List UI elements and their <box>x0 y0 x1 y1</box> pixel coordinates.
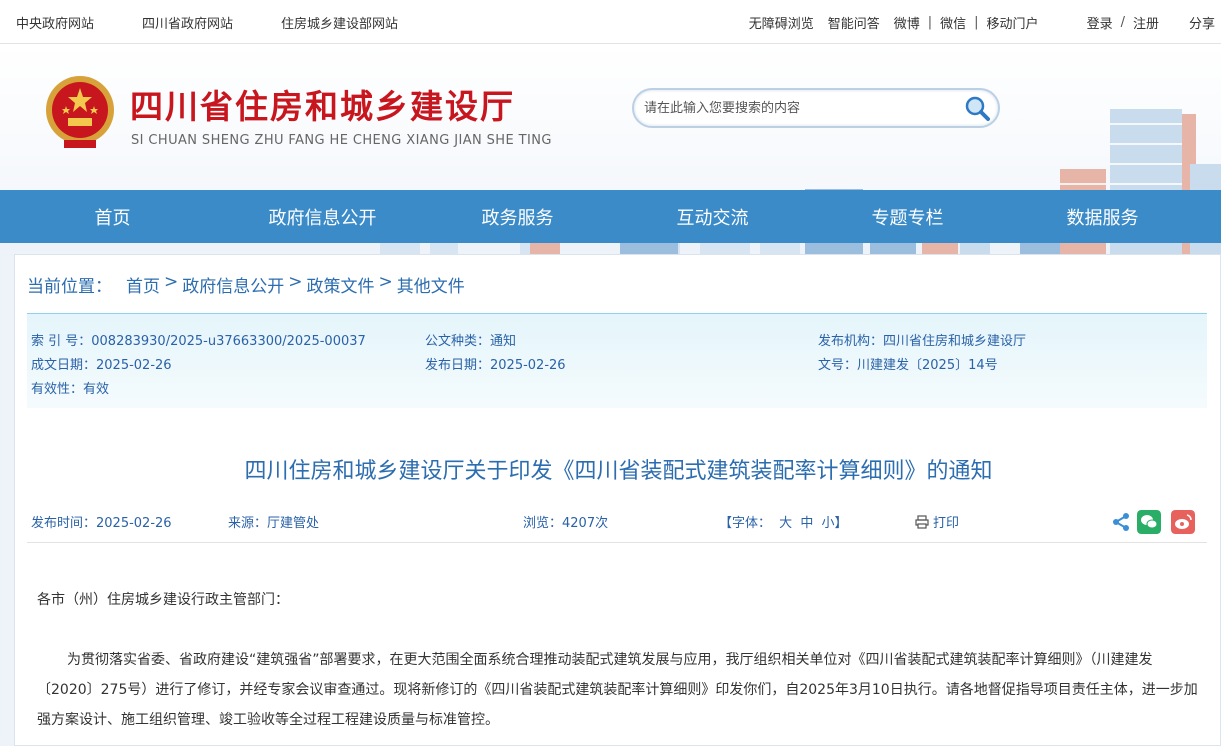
breadcrumb-separator: > <box>288 272 303 292</box>
nav-item-interaction[interactable]: 互动交流 <box>615 190 810 243</box>
meta-publisher: 发布机构：四川省住房和城乡建设厅 <box>818 334 1027 349</box>
nav-item-gov-info[interactable]: 政府信息公开 <box>225 190 420 243</box>
print-button[interactable]: 打印 <box>915 512 959 531</box>
info-divider <box>27 542 1207 543</box>
print-icon <box>915 514 929 529</box>
main-nav: 首页 政府信息公开 政务服务 互动交流 专题专栏 数据服务 <box>0 190 1221 243</box>
link-sichuan-gov[interactable]: 四川省政府网站 <box>142 13 233 32</box>
search-input[interactable] <box>644 96 954 120</box>
article-info-bar: 发布时间：2025-02-26 来源：厅建管处 浏览：4207次 【字体： 大 … <box>31 510 1211 534</box>
login-slash: / <box>1120 14 1125 30</box>
login-link[interactable]: 登录 <box>1087 13 1113 32</box>
site-subtitle: SI CHUAN SHENG ZHU FANG HE CHENG XIANG J… <box>131 133 552 148</box>
breadcrumb: 当前位置： 首页 > 政府信息公开 > 政策文件 > 其他文件 <box>27 272 465 297</box>
weibo-link[interactable]: 微博 <box>894 13 920 32</box>
article-paragraph: 为贯彻落实省委、省政府建设“建筑强省”部署要求，在更大范围全面系统合理推动装配式… <box>37 652 1198 728</box>
nav-item-home[interactable]: 首页 <box>0 190 225 243</box>
search-box <box>632 88 1000 128</box>
share-icon[interactable] <box>1109 510 1133 534</box>
font-small-button[interactable]: 小】 <box>821 516 847 531</box>
nav-item-services[interactable]: 政务服务 <box>420 190 615 243</box>
breadcrumb-separator: > <box>378 272 393 292</box>
meta-doc-no: 文号：川建建发〔2025〕14号 <box>818 358 998 373</box>
qa-link[interactable]: 智能问答 <box>828 13 880 32</box>
article-salutation: 各市（州）住房城乡建设行政主管部门： <box>37 592 289 608</box>
font-large-button[interactable]: 大 <box>779 516 792 531</box>
weibo-icon[interactable] <box>1171 510 1195 534</box>
mobile-link[interactable]: 移动门户 <box>987 13 1039 32</box>
breadcrumb-home[interactable]: 首页 <box>126 272 160 297</box>
wechat-icon[interactable] <box>1137 510 1161 534</box>
link-mohurd[interactable]: 住房城乡建设部网站 <box>281 13 398 32</box>
nav-item-data[interactable]: 数据服务 <box>1005 190 1200 243</box>
print-label: 打印 <box>933 516 960 531</box>
top-tools: 无障碍浏览 智能问答 微博 | 微信 | 移动门户 登录 / 注册 分享 <box>749 0 1221 44</box>
meta-index-no: 索 引 号：008283930/2025-u37663300/2025-0003… <box>31 334 366 349</box>
nav-item-topics[interactable]: 专题专栏 <box>810 190 1005 243</box>
font-size-label: 【字体： <box>719 516 772 531</box>
meta-publish-date: 发布日期：2025-02-26 <box>425 358 566 373</box>
top-links: 中央政府网站 四川省政府网站 住房城乡建设部网站 <box>16 0 398 44</box>
doc-meta-panel: 索 引 号：008283930/2025-u37663300/2025-0003… <box>27 313 1207 408</box>
link-central-gov[interactable]: 中央政府网站 <box>16 13 94 32</box>
site-header: 四川省住房和城乡建设厅 SI CHUAN SHENG ZHU FANG HE C… <box>0 44 1221 286</box>
article-body: 各市（州）住房城乡建设行政主管部门： 为贯彻落实省委、省政府建设“建筑强省”部署… <box>37 585 1202 735</box>
site-title[interactable]: 四川省住房和城乡建设厅 <box>130 80 515 128</box>
register-link[interactable]: 注册 <box>1133 13 1159 32</box>
breadcrumb-label: 当前位置： <box>27 277 112 297</box>
top-bar: 中央政府网站 四川省政府网站 住房城乡建设部网站 无障碍浏览 智能问答 微博 |… <box>0 0 1221 44</box>
content-panel: 当前位置： 首页 > 政府信息公开 > 政策文件 > 其他文件 索 引 号：00… <box>14 254 1221 746</box>
publish-time: 发布时间：2025-02-26 <box>31 516 172 531</box>
meta-written-date: 成文日期：2025-02-26 <box>31 358 172 373</box>
view-count: 浏览：4207次 <box>523 516 609 531</box>
meta-doc-type: 公文种类：通知 <box>425 334 517 349</box>
breadcrumb-separator: > <box>164 272 179 292</box>
breadcrumb-gov-info[interactable]: 政府信息公开 <box>182 272 284 297</box>
article-title: 四川住房和城乡建设厅关于印发《四川省装配式建筑装配率计算细则》的通知 <box>244 459 993 484</box>
meta-validity: 有效性：有效 <box>31 382 110 397</box>
share-link[interactable]: 分享 <box>1189 13 1215 32</box>
breadcrumb-other-docs[interactable]: 其他文件 <box>397 272 465 297</box>
article-source: 来源：厅建管处 <box>228 516 320 531</box>
search-icon[interactable] <box>964 95 990 121</box>
accessible-link[interactable]: 无障碍浏览 <box>749 13 814 32</box>
font-medium-button[interactable]: 中 <box>800 516 813 531</box>
divider-bar: | <box>974 14 979 30</box>
breadcrumb-policy[interactable]: 政策文件 <box>307 272 375 297</box>
divider-bar: | <box>927 14 933 30</box>
wechat-link[interactable]: 微信 <box>940 13 966 32</box>
font-size-control: 【字体： 大 中 小】 <box>719 512 847 531</box>
national-emblem-icon <box>46 76 114 148</box>
